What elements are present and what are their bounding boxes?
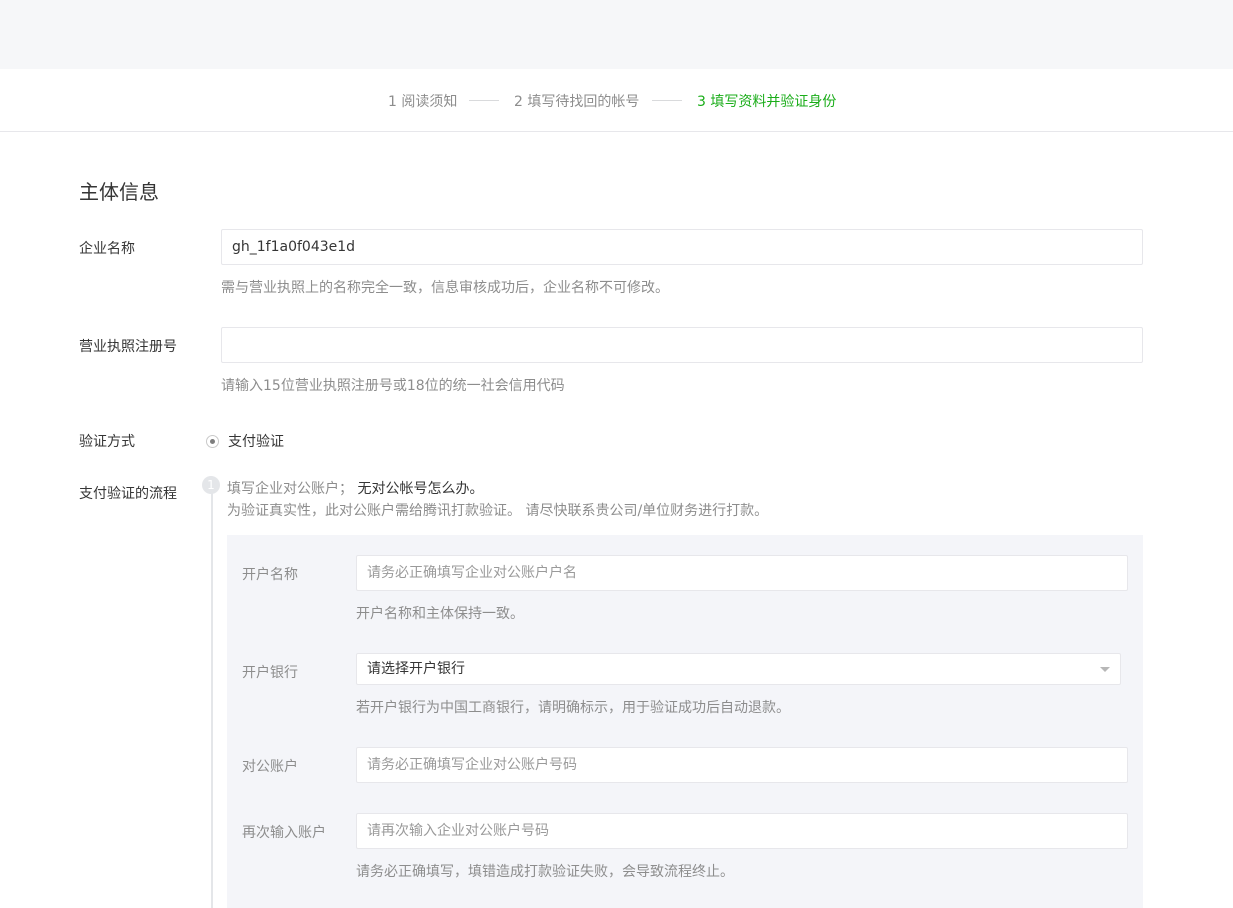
- account-name-hint: 开户名称和主体保持一致。: [356, 606, 524, 622]
- step-divider: [652, 100, 682, 101]
- verify-flow-label: 支付验证的流程: [79, 486, 177, 502]
- account-confirm-label: 再次输入账户: [242, 825, 326, 841]
- flow-step-text: 填写企业对公账户； 无对公帐号怎么办。: [227, 478, 483, 498]
- flow-timeline-line: [211, 492, 213, 908]
- radio-selected-dot: [210, 438, 215, 444]
- payment-verify-radio[interactable]: 支付验证: [206, 431, 284, 451]
- verify-method-label: 验证方式: [79, 434, 135, 450]
- progress-steps: 1 阅读须知 2 填写待找回的帐号 3 填写资料并验证身份: [0, 69, 1233, 132]
- account-number-label: 对公账户: [242, 759, 298, 775]
- account-name-input[interactable]: [356, 555, 1128, 591]
- bank-hint: 若开户银行为中国工商银行，请明确标示，用于验证成功后自动退款。: [356, 700, 790, 716]
- no-public-account-link[interactable]: 无对公帐号怎么办。: [357, 481, 483, 497]
- account-number-input[interactable]: [356, 747, 1128, 783]
- flow-step-instruction: 填写企业对公账户；: [227, 481, 353, 497]
- step-divider: [469, 100, 499, 101]
- payment-verify-label: 支付验证: [228, 434, 284, 450]
- company-name-hint: 需与营业执照上的名称完全一致，信息审核成功后，企业名称不可修改。: [221, 280, 669, 296]
- bank-select-value: 请选择开户银行: [367, 661, 465, 677]
- account-name-label: 开户名称: [242, 567, 298, 583]
- step-fill-info-verify: 3 填写资料并验证身份: [697, 94, 837, 110]
- flow-step-description: 为验证真实性，此对公账户需给腾讯打款验证。 请尽快联系贵公司/单位财务进行打款。: [227, 503, 769, 519]
- step-read-notice: 1 阅读须知: [388, 94, 458, 110]
- step-fill-account: 2 填写待找回的帐号: [514, 94, 640, 110]
- top-banner: [0, 0, 1233, 69]
- section-title: 主体信息: [79, 180, 159, 204]
- license-number-input[interactable]: [221, 327, 1143, 363]
- bank-select[interactable]: 请选择开户银行: [356, 653, 1121, 685]
- chevron-down-icon: [1100, 667, 1110, 672]
- account-confirm-input[interactable]: [356, 813, 1128, 849]
- account-confirm-hint: 请务必正确填写，填错造成打款验证失败，会导致流程终止。: [356, 864, 734, 880]
- bank-label: 开户银行: [242, 665, 298, 681]
- license-number-label: 营业执照注册号: [79, 339, 177, 355]
- license-number-hint: 请输入15位营业执照注册号或18位的统一社会信用代码: [221, 378, 565, 394]
- flow-step-number-badge: 1: [202, 476, 220, 494]
- company-name-label: 企业名称: [79, 241, 135, 257]
- radio-button-icon[interactable]: [206, 434, 219, 448]
- company-name-input[interactable]: [221, 229, 1143, 265]
